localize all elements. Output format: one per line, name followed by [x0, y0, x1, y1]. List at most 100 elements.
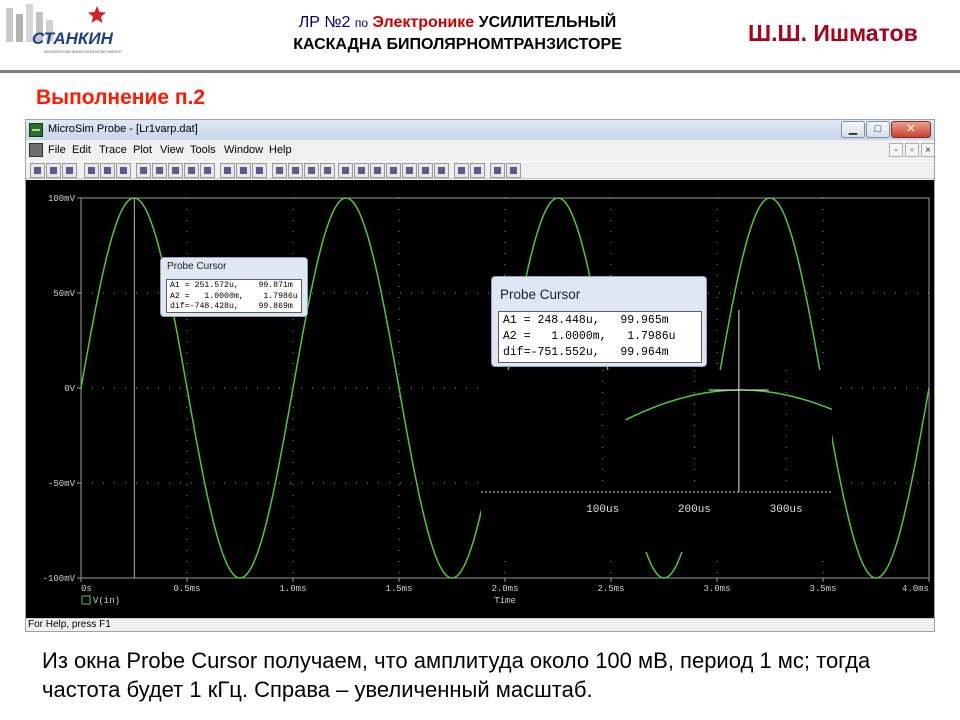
title-line2: КАСКАДНА БИПОЛЯРНОМТРАНЗИСТОРЕ [293, 36, 622, 53]
paste-icon[interactable] [116, 163, 131, 178]
slide-title: ЛР №2 по Электронике УСИЛИТЕЛЬНЫЙ КАСКАД… [195, 12, 720, 56]
fourier-icon[interactable] [236, 163, 251, 178]
menu-file[interactable]: File [48, 144, 66, 156]
x-tick-label: 4.0ms [902, 584, 929, 594]
doc-restore-icon[interactable]: ▫ [905, 143, 919, 157]
menu-trace[interactable]: Trace [99, 144, 127, 156]
cursor-dif-row: dif=-751.552u, 99.964m [503, 346, 669, 359]
close-button[interactable]: ✕ [891, 121, 931, 138]
performance-icon[interactable] [252, 163, 267, 178]
cursor-min-icon[interactable] [386, 163, 401, 178]
cut-icon[interactable] [84, 163, 99, 178]
doc-close-icon[interactable]: × [921, 143, 934, 157]
section-heading: Выполнение п.2 [36, 86, 206, 109]
cursor-a2-row: A2 = 1.0000m, 1.7986u [503, 330, 676, 343]
legend-marker [81, 595, 91, 605]
zoom-in-icon[interactable] [152, 163, 167, 178]
probe-cursor-title: Probe Cursor [500, 287, 581, 302]
cursor-dif-row: dif=-748.428u, 99.869m [170, 302, 293, 311]
x-tick-label: 2.5ms [597, 584, 624, 594]
y-tick-label: -50mV [48, 479, 76, 489]
minimize-button[interactable]: ▁ [841, 121, 865, 138]
status-text: For Help, press F1 [28, 619, 111, 630]
legend-label: V(in) [93, 596, 120, 606]
menu-edit[interactable]: Edit [72, 144, 91, 156]
status-bar: For Help, press F1 [26, 618, 934, 631]
zoom-tick-label: 200us [678, 504, 711, 516]
doc-minimize-icon[interactable]: - [889, 143, 903, 157]
cursor-peak-icon[interactable] [338, 163, 353, 178]
x-tick-label: 1.5ms [385, 584, 412, 594]
y-tick-label: 100mV [48, 194, 76, 204]
x-tick-label: 3.5ms [809, 584, 836, 594]
menu-bar: File Edit Trace Plot View Tools Window H… [26, 141, 934, 160]
y-tick-label: 50mV [53, 289, 75, 299]
zoom-tick-label: 300us [770, 504, 803, 516]
menu-help[interactable]: Help [269, 144, 292, 156]
document-icon[interactable] [29, 143, 43, 157]
probe-cursor-panel-small[interactable]: Probe Cursor A1 = 251.572u, 99.871m A2 = … [160, 257, 308, 317]
x-tick-label: 1.0ms [279, 584, 306, 594]
title-po: по [354, 16, 369, 30]
menu-plot[interactable]: Plot [133, 144, 152, 156]
probe-cursor-values: A1 = 248.448u, 99.965m A2 = 1.0000m, 1.79… [498, 311, 702, 363]
x-tick-label: 3.0ms [703, 584, 730, 594]
stankin-logo: СТАНКИН МОСКОВСКИЙ ГОСУДАРСТВЕННЫЙ ТЕХНО… [2, 2, 126, 64]
zoom-previous-icon[interactable] [200, 163, 215, 178]
menu-view[interactable]: View [160, 144, 184, 156]
mark-label-icon[interactable] [454, 163, 469, 178]
mark-data-icon[interactable] [470, 163, 485, 178]
open-icon[interactable] [30, 163, 45, 178]
cursor-slope-icon[interactable] [370, 163, 385, 178]
x-tick-label: 2.0ms [491, 584, 518, 594]
menu-tools[interactable]: Tools [190, 144, 216, 156]
y-tick-label: 0V [64, 384, 75, 394]
copy-icon[interactable] [100, 163, 115, 178]
waveform-plot[interactable]: 0s 0.5ms 1.0ms 1.5ms 2.0ms 2.5ms 3.0ms 3.5ms 4.0… [26, 180, 934, 618]
logo-subtitle: МОСКОВСКИЙ ГОСУДАРСТВЕННЫЙ ТЕХНОЛОГИЧЕСК… [44, 50, 122, 54]
maximize-button[interactable]: □ [866, 121, 890, 138]
probe-cursor-panel-zoomed[interactable]: Probe Cursor A1 = 248.448u, 99.965m A2 = … [491, 276, 707, 367]
zoom-inset-bg [481, 370, 832, 552]
cursor-a1-row: A1 = 248.448u, 99.965m [503, 314, 669, 327]
x-axis-title: Time [494, 596, 516, 606]
y-tick-label: -100mV [43, 574, 76, 584]
log-x-icon[interactable] [220, 163, 235, 178]
lab-number: ЛР №2 [298, 14, 351, 31]
cursor-point-icon[interactable] [418, 163, 433, 178]
add-trace-icon[interactable] [272, 163, 287, 178]
probe-cursor-values: A1 = 251.572u, 99.871m A2 = 1.0000m, 1.79… [166, 279, 302, 313]
measurement-icon[interactable] [506, 163, 521, 178]
app-icon [29, 123, 43, 137]
probe-window: MicroSim Probe - [Lr1varp.dat] ▁ □ ✕ Fil… [25, 119, 935, 632]
print-icon[interactable] [62, 163, 77, 178]
slide-caption: Из окна Probe Cursor получаем, что ампли… [42, 648, 871, 702]
zoom-out-icon[interactable] [168, 163, 183, 178]
window-title: MicroSim Probe - [Lr1varp.dat] [48, 123, 198, 135]
save-icon[interactable] [46, 163, 61, 178]
x-tick-label: 0s [81, 584, 92, 594]
eval-goal-icon[interactable] [490, 163, 505, 178]
probe-cursor-title: Probe Cursor [167, 261, 227, 272]
cursor-a1-row: A1 = 251.572u, 99.871m [170, 281, 293, 290]
cursor-max-icon[interactable] [402, 163, 417, 178]
title-line1-rest: УСИЛИТЕЛЬНЫЙ [478, 14, 617, 31]
add-plot-icon[interactable] [304, 163, 319, 178]
zoom-tick-label: 100us [586, 504, 619, 516]
author-name: Ш.Ш. Ишматов [748, 20, 918, 46]
zoom-area-icon[interactable] [184, 163, 199, 178]
cursor-toggle-icon[interactable] [320, 163, 335, 178]
cursor-trough-icon[interactable] [354, 163, 369, 178]
menu-window[interactable]: Window [224, 144, 263, 156]
title-subject: Электронике [372, 14, 475, 31]
logo-wordmark: СТАНКИН [32, 29, 114, 48]
x-tick-label: 0.5ms [173, 584, 200, 594]
toolbar [26, 161, 934, 179]
window-titlebar[interactable]: MicroSim Probe - [Lr1varp.dat] ▁ □ ✕ [26, 120, 934, 140]
log-y-icon[interactable] [288, 163, 303, 178]
cursor-a2-row: A2 = 1.0000m, 1.7986u [170, 291, 298, 301]
plot-canvas[interactable]: 0s 0.5ms 1.0ms 1.5ms 2.0ms 2.5ms 3.0ms 3.5ms 4.0… [26, 180, 934, 618]
zoom-fit-icon[interactable] [136, 163, 151, 178]
cursor-search-icon[interactable] [434, 163, 449, 178]
header-divider [0, 70, 960, 73]
